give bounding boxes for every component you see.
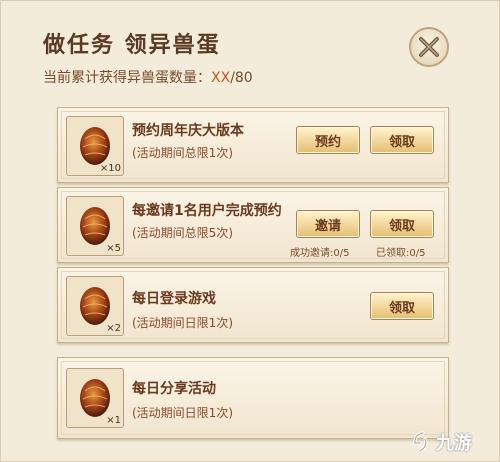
task-card-reserve: ×10 预约周年庆大版本 (活动期间总限1次) 预约 领取 (57, 107, 449, 183)
beast-egg-icon (80, 379, 110, 417)
close-button[interactable] (409, 27, 449, 67)
task-limit: (活动期间总限5次) (132, 226, 233, 240)
claim-progress: 已领取:0/5 (376, 248, 426, 259)
counter-total: /80 (230, 70, 253, 86)
reward-item: ×1 (66, 368, 124, 428)
task-name: 每日登录游戏 (132, 291, 216, 307)
egg-counter: 当前累计获得异兽蛋数量：XX/80 (43, 67, 253, 87)
watermark: 九游 (409, 429, 472, 455)
close-icon (419, 37, 439, 57)
task-limit: (活动期间日限1次) (132, 316, 233, 330)
task-limit: (活动期间日限1次) (132, 406, 233, 420)
task-panel: 做任务 领异兽蛋 当前累计获得异兽蛋数量：XX/80 ×10 预约周年庆大版本 … (0, 0, 500, 462)
task-limit: (活动期间总限1次) (132, 146, 233, 160)
reserve-button[interactable]: 预约 (296, 126, 360, 154)
claim-button[interactable]: 领取 (370, 210, 434, 238)
beast-egg-icon (80, 287, 110, 325)
task-card-login: ×2 每日登录游戏 (活动期间日限1次) 领取 (57, 267, 449, 343)
reward-item: ×5 (66, 196, 124, 256)
claim-button[interactable]: 领取 (370, 126, 434, 154)
counter-current: XX (211, 70, 231, 86)
task-name: 每邀请1名用户完成预约 (132, 203, 282, 219)
reward-item: ×10 (66, 116, 124, 176)
counter-label: 当前累计获得异兽蛋数量： (43, 70, 211, 86)
beast-egg-icon (80, 127, 110, 165)
task-name: 预约周年庆大版本 (132, 123, 244, 139)
task-card-invite: ×5 每邀请1名用户完成预约 (活动期间总限5次) 邀请 领取 成功邀请:0/5… (57, 187, 449, 263)
beast-egg-icon (80, 207, 110, 245)
reward-qty: ×2 (106, 323, 121, 334)
reward-qty: ×1 (106, 415, 121, 426)
reward-qty: ×5 (106, 243, 121, 254)
claim-button[interactable]: 领取 (370, 292, 434, 320)
jiuyou-logo-icon (413, 431, 428, 453)
invite-button[interactable]: 邀请 (296, 210, 360, 238)
invite-progress: 成功邀请:0/5 (290, 248, 350, 259)
task-name: 每日分享活动 (132, 381, 216, 397)
task-card-share: ×1 每日分享活动 (活动期间日限1次) (57, 357, 449, 439)
reward-qty: ×10 (99, 163, 121, 174)
watermark-text: 九游 (436, 433, 472, 454)
panel-title: 做任务 领异兽蛋 (43, 33, 221, 58)
reward-item: ×2 (66, 276, 124, 336)
